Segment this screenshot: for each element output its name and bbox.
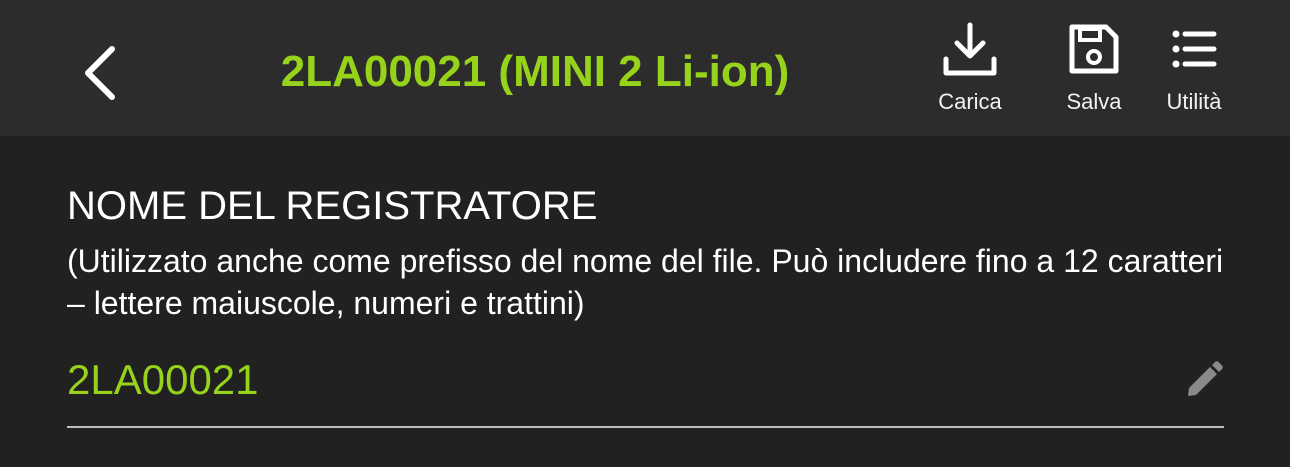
- load-button[interactable]: Carica: [915, 18, 1025, 122]
- list-icon: [1139, 18, 1249, 80]
- utilities-button-label: Utilità: [1166, 89, 1222, 114]
- top-app-bar: 2LA00021 (MINI 2 Li-ion) Carica Salva Ut…: [0, 0, 1290, 136]
- recorder-settings-screen: 2LA00021 (MINI 2 Li-ion) Carica Salva Ut…: [0, 0, 1290, 467]
- download-icon: [915, 18, 1025, 80]
- chevron-left-icon: [85, 46, 115, 100]
- utilities-button[interactable]: Utilità: [1139, 18, 1249, 122]
- load-button-label: Carica: [938, 89, 1002, 114]
- recorder-name-heading: NOME DEL REGISTRATORE: [67, 184, 598, 228]
- edit-recorder-name-button[interactable]: [1180, 356, 1228, 404]
- recorder-name-description: (Utilizzato anche come prefisso del nome…: [67, 243, 1224, 321]
- save-button-label: Salva: [1066, 89, 1122, 114]
- recorder-name-value: 2LA00021: [67, 356, 259, 403]
- page-title: 2LA00021 (MINI 2 Li-ion): [280, 47, 790, 96]
- back-button[interactable]: [60, 28, 140, 118]
- pencil-icon: [1188, 361, 1223, 396]
- save-icon: [1039, 18, 1149, 80]
- save-button[interactable]: Salva: [1039, 18, 1149, 122]
- recorder-name-field[interactable]: 2LA00021: [67, 348, 1224, 428]
